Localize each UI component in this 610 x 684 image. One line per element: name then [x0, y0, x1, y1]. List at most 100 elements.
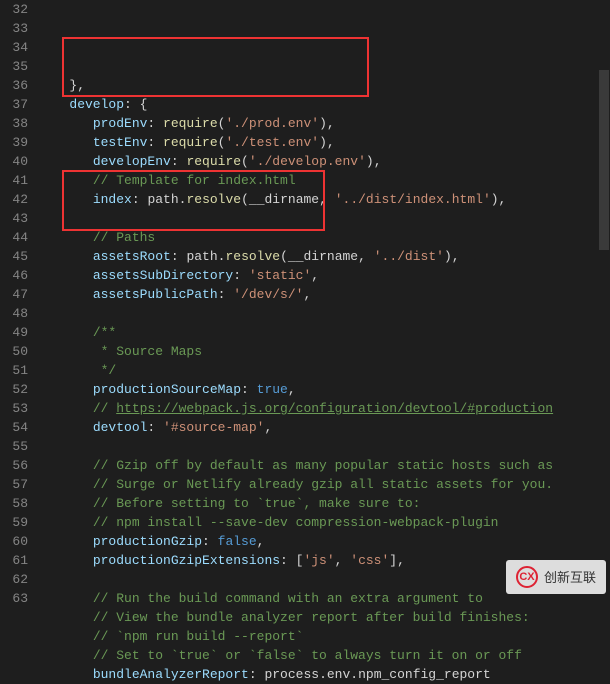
token-str: 'js' [303, 553, 334, 568]
token-com: // `npm run build --report` [93, 629, 304, 644]
token-punc: , [257, 534, 265, 549]
token-punc: ), [319, 135, 335, 150]
code-line[interactable]: // npm install --save-dev compression-we… [46, 513, 610, 532]
code-line[interactable]: bundleAnalyzerReport: process.env.npm_co… [46, 665, 610, 684]
token-punc: ( [241, 192, 249, 207]
code-line[interactable]: // Gzip off by default as many popular s… [46, 456, 610, 475]
code-line[interactable]: developEnv: require('./develop.env'), [46, 152, 610, 171]
code-line[interactable]: productionSourceMap: true, [46, 380, 610, 399]
token-prop: assetsPublicPath [93, 287, 218, 302]
line-number: 58 [6, 494, 28, 513]
token-punc: : [249, 667, 265, 682]
code-line[interactable]: devtool: '#source-map', [46, 418, 610, 437]
code-line[interactable]: // Before setting to `true`, make sure t… [46, 494, 610, 513]
line-number: 32 [6, 0, 28, 19]
token-punc: , [311, 268, 319, 283]
token-prop: develop [69, 97, 124, 112]
token-str: '../dist/index.html' [335, 192, 491, 207]
code-line[interactable]: * Source Maps [46, 342, 610, 361]
code-line[interactable]: // View the bundle analyzer report after… [46, 608, 610, 627]
token-punc: , [264, 420, 272, 435]
token-com: // Before setting to `true`, make sure t… [93, 496, 421, 511]
token-punc: ], [389, 553, 405, 568]
token-func: require [186, 154, 241, 169]
line-number: 47 [6, 285, 28, 304]
code-line[interactable]: assetsRoot: path.resolve(__dirname, '../… [46, 247, 610, 266]
token-bool: true [257, 382, 288, 397]
token-prop: prodEnv [93, 116, 148, 131]
token-punc: : [233, 268, 249, 283]
token-punc: }, [69, 78, 85, 93]
code-line[interactable]: // Surge or Netlify already gzip all sta… [46, 475, 610, 494]
line-number: 48 [6, 304, 28, 323]
code-line[interactable]: productionGzip: false, [46, 532, 610, 551]
line-number: 35 [6, 57, 28, 76]
token-punc: , [335, 553, 351, 568]
code-line[interactable]: }, [46, 76, 610, 95]
token-str: 'static' [249, 268, 311, 283]
token-punc: , [358, 249, 374, 264]
line-number: 56 [6, 456, 28, 475]
line-number: 46 [6, 266, 28, 285]
line-number: 34 [6, 38, 28, 57]
code-line[interactable]: assetsSubDirectory: 'static', [46, 266, 610, 285]
line-number: 38 [6, 114, 28, 133]
token-punc: : [202, 534, 218, 549]
scrollbar-thumb[interactable] [599, 70, 609, 250]
vertical-scrollbar[interactable] [598, 0, 610, 602]
token-com: // View the bundle analyzer report after… [93, 610, 530, 625]
token-prop: assetsRoot [93, 249, 171, 264]
code-editor[interactable]: 3233343536373839404142434445464748495051… [0, 0, 610, 602]
line-number: 37 [6, 95, 28, 114]
line-number: 42 [6, 190, 28, 209]
code-line[interactable]: testEnv: require('./test.env'), [46, 133, 610, 152]
token-prop: productionGzip [93, 534, 202, 549]
token-prop: assetsSubDirectory [93, 268, 233, 283]
token-func: resolve [225, 249, 280, 264]
token-punc: : [218, 287, 234, 302]
line-number: 50 [6, 342, 28, 361]
code-line[interactable]: */ [46, 361, 610, 380]
token-com: * Source Maps [93, 344, 202, 359]
code-line[interactable]: // `npm run build --report` [46, 627, 610, 646]
token-punc: , [303, 287, 311, 302]
token-punc: ), [491, 192, 507, 207]
code-line[interactable]: // Paths [46, 228, 610, 247]
token-com: // Gzip off by default as many popular s… [93, 458, 553, 473]
code-line[interactable]: index: path.resolve(__dirname, '../dist/… [46, 190, 610, 209]
code-line[interactable]: // Set to `true` or `false` to always tu… [46, 646, 610, 665]
token-bool: false [218, 534, 257, 549]
token-punc: : [147, 116, 163, 131]
token-prop: productionGzipExtensions [93, 553, 280, 568]
token-com: // Run the build command with an extra a… [93, 591, 483, 606]
token-str: './prod.env' [225, 116, 319, 131]
code-area[interactable]: }, develop: { prodEnv: require('./prod.e… [46, 0, 610, 602]
line-number: 45 [6, 247, 28, 266]
line-number: 33 [6, 19, 28, 38]
line-number: 43 [6, 209, 28, 228]
token-prop: testEnv [93, 135, 148, 150]
code-line[interactable]: /** [46, 323, 610, 342]
line-number: 62 [6, 570, 28, 589]
token-str: '#source-map' [163, 420, 264, 435]
token-str: './test.env' [225, 135, 319, 150]
code-line[interactable] [46, 437, 610, 456]
token-prop: bundleAnalyzerReport [93, 667, 249, 682]
token-punc: . [350, 667, 358, 682]
line-number: 59 [6, 513, 28, 532]
code-line[interactable]: // https://webpack.js.org/configuration/… [46, 399, 610, 418]
code-line[interactable]: develop: { [46, 95, 610, 114]
token-punc: : [132, 192, 148, 207]
line-number: 61 [6, 551, 28, 570]
code-line[interactable] [46, 209, 610, 228]
code-line[interactable] [46, 304, 610, 323]
token-prop: productionSourceMap [93, 382, 241, 397]
token-punc: . [319, 667, 327, 682]
line-number: 39 [6, 133, 28, 152]
code-line[interactable]: assetsPublicPath: '/dev/s/', [46, 285, 610, 304]
line-number: 53 [6, 399, 28, 418]
token-str: './develop.env' [249, 154, 366, 169]
token-punc: : { [124, 97, 147, 112]
code-line[interactable]: prodEnv: require('./prod.env'), [46, 114, 610, 133]
code-line[interactable]: // Template for index.html [46, 171, 610, 190]
